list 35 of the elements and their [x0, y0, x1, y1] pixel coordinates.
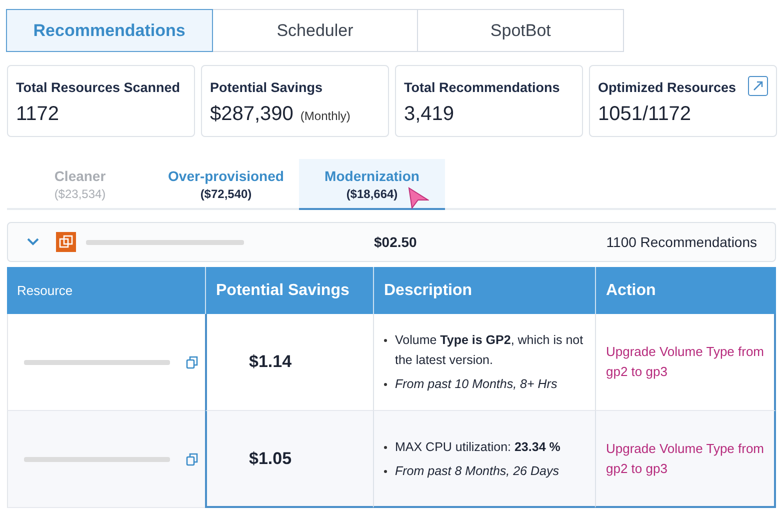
bullet-icon — [384, 339, 387, 342]
tab[interactable]: Scheduler — [212, 9, 418, 52]
bullet-icon — [384, 383, 387, 386]
card-note: (Monthly) — [300, 109, 350, 123]
description-text: From past 8 Months, 26 Days — [395, 462, 559, 480]
pointer-icon — [407, 187, 429, 209]
category-tab[interactable]: Modernization ($18,664) — [299, 159, 445, 210]
copy-icon[interactable] — [186, 356, 198, 368]
column-header: Resource — [7, 267, 205, 314]
bullet-icon — [384, 470, 387, 472]
card-value: 1172 — [16, 103, 60, 126]
savings-value: $1.05 — [249, 448, 293, 468]
description-text: Volume Type is GP2, which is not the latest version. — [395, 332, 584, 369]
copies-icon — [56, 232, 76, 252]
recommendation-count: 1100 Recommendations — [606, 234, 757, 250]
external-link-icon[interactable] — [748, 76, 768, 96]
column-header: Description — [373, 267, 595, 314]
category-tab[interactable]: Over-provisioned ($72,540) — [153, 159, 299, 208]
card-value: 3,419 — [404, 103, 454, 126]
column-header: Potential Savings — [205, 267, 373, 314]
group-amount: $02.50 — [374, 234, 417, 250]
card-title: Potential Savings — [210, 80, 323, 95]
tab[interactable]: SpotBot — [417, 9, 624, 52]
description-text: From past 10 Months, 8+ Hrs — [395, 376, 558, 393]
card-title: Total Resources Scanned — [16, 80, 180, 95]
group-row[interactable]: $02.50 1100 Recommendations — [7, 222, 776, 262]
column-header: Action — [595, 267, 776, 314]
card-title: Optimized Resources — [598, 80, 736, 95]
description-text: MAX CPU utilization: 23.34 % — [395, 438, 560, 456]
bullet-icon — [384, 446, 387, 448]
savings-value: $1.14 — [249, 352, 293, 372]
card-value: $287,390 — [210, 103, 294, 126]
copy-icon[interactable] — [186, 452, 198, 466]
card-title: Total Recommendations — [404, 80, 560, 95]
card-value: 1051/1172 — [598, 103, 692, 126]
